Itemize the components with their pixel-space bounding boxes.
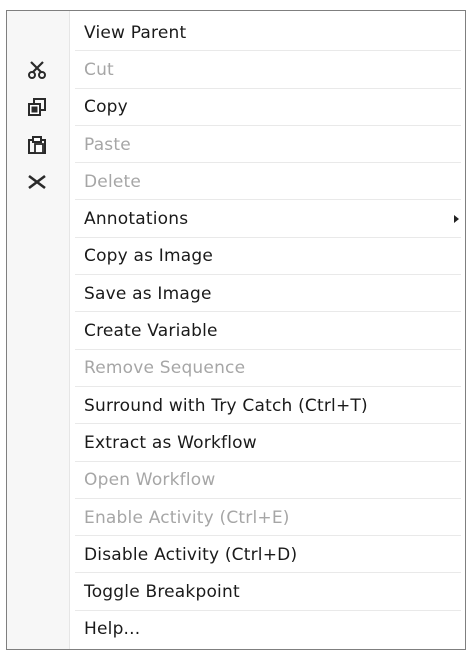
menu-item-paste[interactable]: Paste (7, 126, 465, 164)
menu-item-label: Delete (84, 171, 142, 192)
menu-item-label: Remove Sequence (84, 358, 246, 379)
menu-item-cut[interactable]: Cut (7, 51, 465, 89)
submenu-arrow-icon (454, 215, 459, 224)
delete-x-icon (25, 170, 49, 194)
copy-icon (25, 95, 49, 119)
menu-item-view-parent[interactable]: View Parent (7, 14, 465, 52)
menu-item-label: Create Variable (84, 321, 218, 342)
menu-item-label: Help... (84, 619, 141, 640)
menu-item-label: Toggle Breakpoint (84, 582, 240, 603)
paste-icon (25, 133, 49, 157)
menu-item-copy-as-image[interactable]: Copy as Image (7, 238, 465, 276)
menu-item-extract-as-workflow[interactable]: Extract as Workflow (7, 424, 465, 462)
menu-item-label: Save as Image (84, 283, 212, 304)
menu-item-help[interactable]: Help... (7, 611, 465, 648)
menu-item-create-variable[interactable]: Create Variable (7, 312, 465, 350)
menu-item-label: Cut (84, 59, 114, 80)
menu-item-label: Paste (84, 134, 131, 155)
menu-item-copy[interactable]: Copy (7, 89, 465, 127)
menu-item-remove-sequence[interactable]: Remove Sequence (7, 350, 465, 388)
menu-item-delete[interactable]: Delete (7, 163, 465, 201)
menu-item-label: View Parent (84, 22, 187, 43)
menu-item-label: Copy as Image (84, 246, 214, 267)
menu-item-label: Enable Activity (Ctrl+E) (84, 507, 290, 528)
menu-item-annotations[interactable]: Annotations (7, 200, 465, 239)
menu-item-label: Copy (84, 97, 128, 118)
menu-item-toggle-breakpoint[interactable]: Toggle Breakpoint (7, 573, 465, 612)
menu-item-save-as-image[interactable]: Save as Image (7, 275, 465, 313)
menu-item-label: Disable Activity (Ctrl+D) (84, 544, 298, 565)
menu-items: View Parent Cut Copy Paste Delete Annota… (7, 14, 465, 648)
menu-item-label: Extract as Workflow (84, 432, 257, 453)
context-menu: View Parent Cut Copy Paste Delete Annota… (6, 10, 466, 650)
menu-item-disable-activity[interactable]: Disable Activity (Ctrl+D) (7, 536, 465, 574)
menu-item-label: Annotations (84, 209, 189, 230)
menu-item-label: Open Workflow (84, 470, 216, 491)
scissors-icon (25, 58, 49, 82)
menu-item-open-workflow[interactable]: Open Workflow (7, 462, 465, 500)
menu-item-label: Surround with Try Catch (Ctrl+T) (84, 395, 368, 416)
menu-item-enable-activity[interactable]: Enable Activity (Ctrl+E) (7, 499, 465, 537)
menu-item-surround-try-catch[interactable]: Surround with Try Catch (Ctrl+T) (7, 387, 465, 425)
